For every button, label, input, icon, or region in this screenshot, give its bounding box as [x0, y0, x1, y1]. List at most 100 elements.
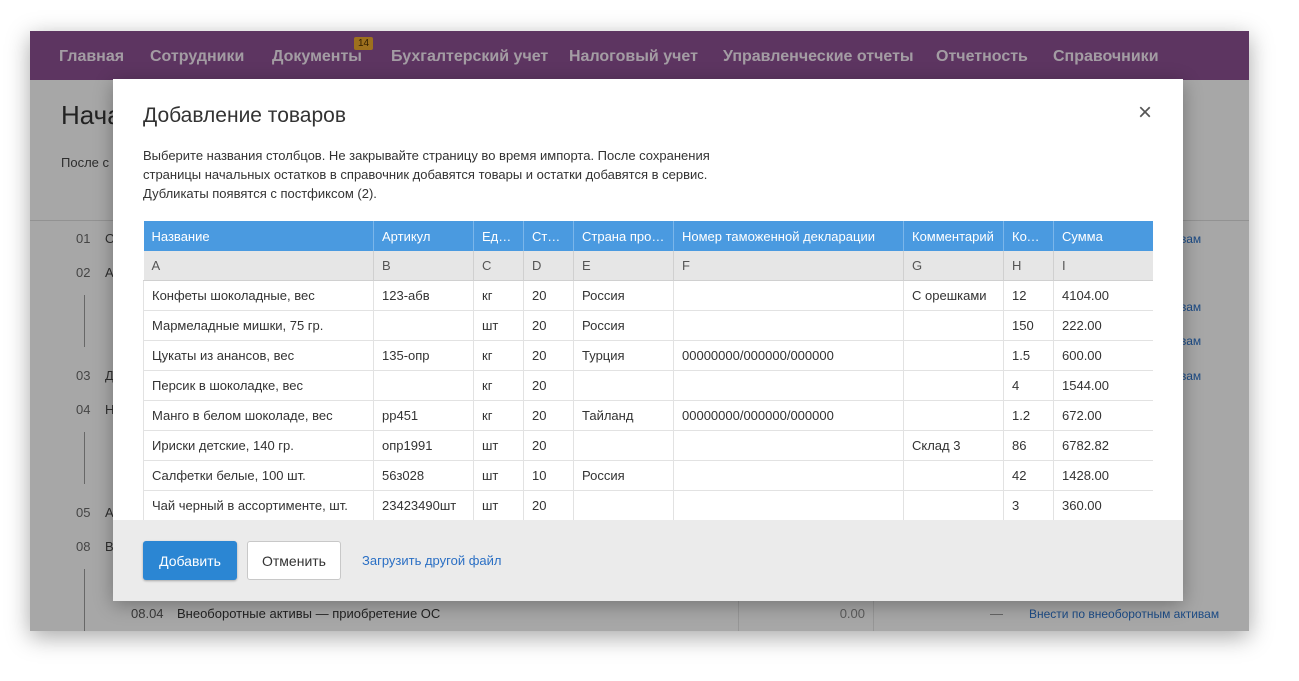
table-cell: Россия: [573, 280, 674, 311]
add-goods-modal: Добавление товаров × Выберите названия с…: [113, 79, 1183, 601]
table-cell: [673, 310, 904, 341]
table-cell: Россия: [573, 310, 674, 341]
table-cell: 672.00: [1053, 400, 1153, 431]
table-cell: 3: [1003, 490, 1054, 520]
table-cell: [903, 340, 1004, 371]
table-cell: [903, 370, 1004, 401]
column-header-name[interactable]: Название: [143, 221, 374, 251]
table-cell: [573, 370, 674, 401]
table-cell: 20: [523, 490, 574, 520]
table-cell: кг: [473, 370, 524, 401]
table-row: Мармеладные мишки, 75 гр. шт 20 Россия 150 22…: [143, 310, 1153, 341]
column-header-customs[interactable]: Номер таможенной декларации: [673, 221, 904, 251]
import-table: Название Артикул Единица измерения Ставк…: [143, 221, 1153, 520]
table-cell: 10: [523, 460, 574, 491]
table-cell: 150: [1003, 310, 1054, 341]
column-header-comment[interactable]: Комментарий: [903, 221, 1004, 251]
table-cell: Турция: [573, 340, 674, 371]
column-letter: E: [573, 251, 674, 281]
table-cell: Россия: [573, 460, 674, 491]
table-cell: [903, 490, 1004, 520]
description-line: Выберите названия столбцов. Не закрывайт…: [143, 148, 710, 163]
table-cell: 1.5: [1003, 340, 1054, 371]
column-letter: C: [473, 251, 524, 281]
table-cell: 20: [523, 310, 574, 341]
column-header-quantity[interactable]: Количество: [1003, 221, 1054, 251]
table-cell: [673, 430, 904, 461]
column-letter: B: [373, 251, 474, 281]
table-cell: 42: [1003, 460, 1054, 491]
table-cell: [903, 310, 1004, 341]
column-letter: G: [903, 251, 1004, 281]
table-cell: шт: [473, 310, 524, 341]
table-cell: кг: [473, 400, 524, 431]
table-cell: 6782.82: [1053, 430, 1153, 461]
table-cell: [373, 310, 474, 341]
table-cell: [673, 490, 904, 520]
table-cell: Манго в белом шоколаде, вес: [143, 400, 374, 431]
table-cell: 20: [523, 370, 574, 401]
column-header-article[interactable]: Артикул: [373, 221, 474, 251]
table-cell: [673, 460, 904, 491]
table-cell: 222.00: [1053, 310, 1153, 341]
table-row: Манго в белом шоколаде, вес рр451 кг 20 Тайл…: [143, 400, 1153, 431]
table-cell: 20: [523, 340, 574, 371]
table-cell: 12: [1003, 280, 1054, 311]
add-button[interactable]: Добавить: [143, 541, 237, 580]
table-cell: Тайланд: [573, 400, 674, 431]
table-cell: Конфеты шоколадные, вес: [143, 280, 374, 311]
table-cell: 123-абв: [373, 280, 474, 311]
table-cell: 00000000/000000/000000: [673, 400, 904, 431]
table-cell: Мармеладные мишки, 75 гр.: [143, 310, 374, 341]
table-cell: 23423490шт: [373, 490, 474, 520]
table-cell: 00000000/000000/000000: [673, 340, 904, 371]
modal-title: Добавление товаров: [143, 104, 346, 127]
table-cell: 1544.00: [1053, 370, 1153, 401]
table-row: Салфетки белые, 100 шт. 56з028 шт 10 Россия 4…: [143, 460, 1153, 491]
table-cell: 135-опр: [373, 340, 474, 371]
table-cell: Салфетки белые, 100 шт.: [143, 460, 374, 491]
table-cell: опр1991: [373, 430, 474, 461]
description-line: Дубликаты появятся с постфиксом (2).: [143, 186, 377, 201]
table-cell: 1428.00: [1053, 460, 1153, 491]
table-cell: Чай черный в ассортименте, шт.: [143, 490, 374, 520]
modal-footer: Добавить Отменить Загрузить другой файл: [113, 520, 1183, 601]
column-header-country[interactable]: Страна производства: [573, 221, 674, 251]
column-letter: I: [1053, 251, 1153, 281]
cancel-button[interactable]: Отменить: [247, 541, 341, 580]
column-letter: D: [523, 251, 574, 281]
table-cell: шт: [473, 490, 524, 520]
table-cell: 4104.00: [1053, 280, 1153, 311]
table-cell: Ириски детские, 140 гр.: [143, 430, 374, 461]
table-cell: [373, 370, 474, 401]
column-letters-row: A B C D E F G H I: [143, 251, 1153, 281]
table-cell: 20: [523, 280, 574, 311]
table-cell: [673, 370, 904, 401]
table-row: Чай черный в ассортименте, шт. 23423490шт…: [143, 490, 1153, 520]
table-row: Персик в шоколадке, вес кг 20 4 1544.00: [143, 370, 1153, 401]
table-cell: Склад 3: [903, 430, 1004, 461]
column-header-unit[interactable]: Единица измерения: [473, 221, 524, 251]
modal-description: Выберите названия столбцов. Не закрывайт…: [143, 146, 783, 203]
upload-another-file-link[interactable]: Загрузить другой файл: [362, 553, 501, 568]
table-cell: рр451: [373, 400, 474, 431]
column-header-sum[interactable]: Сумма: [1053, 221, 1153, 251]
table-cell: [573, 490, 674, 520]
table-cell: 20: [523, 430, 574, 461]
table-cell: шт: [473, 430, 524, 461]
table-cell: 86: [1003, 430, 1054, 461]
column-letter: H: [1003, 251, 1054, 281]
table-cell: 56з028: [373, 460, 474, 491]
column-header-vat[interactable]: Ставка НДС: [523, 221, 574, 251]
table-cell: [903, 400, 1004, 431]
table-cell: С орешками: [903, 280, 1004, 311]
table-row: Цукаты из анансов, вес 135-опр кг 20 Турция 0…: [143, 340, 1153, 371]
table-cell: [573, 430, 674, 461]
close-icon[interactable]: ×: [1133, 101, 1157, 125]
table-cell: 1.2: [1003, 400, 1054, 431]
table-cell: [673, 280, 904, 311]
table-cell: 4: [1003, 370, 1054, 401]
table-cell: шт: [473, 460, 524, 491]
table-cell: [903, 460, 1004, 491]
table-cell: 600.00: [1053, 340, 1153, 371]
